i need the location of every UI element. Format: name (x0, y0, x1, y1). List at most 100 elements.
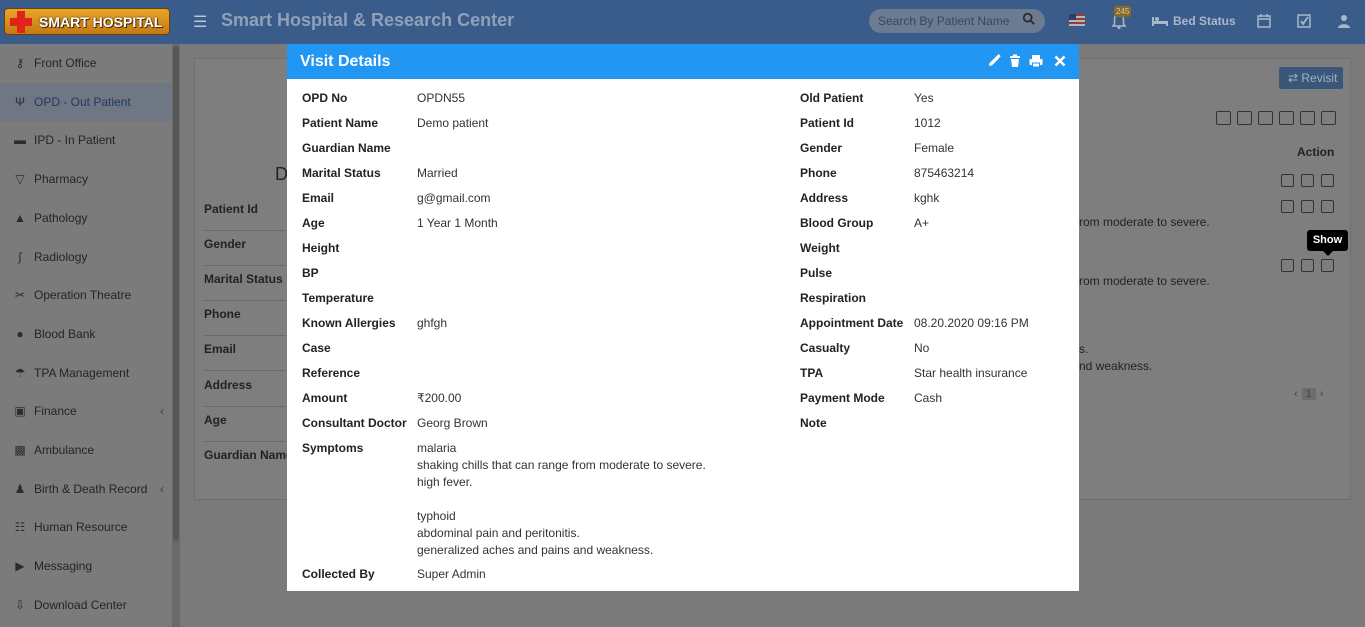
us-flag-icon[interactable] (1069, 14, 1085, 26)
divider (204, 230, 286, 231)
divider (204, 370, 286, 371)
file-icon[interactable] (1301, 259, 1314, 272)
user-icon[interactable] (1336, 13, 1352, 29)
edit-icon[interactable] (986, 53, 1002, 69)
symptom-text: s. (1079, 342, 1089, 356)
menu-icon[interactable] (1321, 200, 1334, 213)
row-actions (1281, 174, 1334, 187)
sidebar-item-birth-death-record[interactable]: ♟ Birth & Death Record ‹ (0, 470, 172, 508)
file-icon[interactable] (1281, 200, 1294, 213)
menu-icon[interactable] (1321, 174, 1334, 187)
revisit-button[interactable]: ⇄ Revisit (1279, 67, 1343, 89)
field-label: TPA (800, 366, 824, 380)
field-label: Weight (800, 241, 840, 255)
copy-icon[interactable] (1216, 111, 1231, 125)
ambulance-icon: ▩ (14, 443, 26, 457)
sidebar-item-blood-bank[interactable]: ● Blood Bank (0, 315, 172, 353)
download-icon: ⇩ (14, 597, 26, 612)
prev-page-button[interactable]: ‹ (1294, 388, 1298, 400)
bed-status-label: Bed Status (1173, 14, 1236, 28)
background-label: Marital Status (204, 272, 283, 286)
bed-icon (1152, 17, 1168, 26)
scrollbar-thumb[interactable] (173, 46, 179, 541)
modal-header: Visit Details (287, 44, 1079, 79)
chevron-left-icon: ‹ (160, 404, 164, 419)
front-office-icon: ⚷ (15, 56, 25, 70)
symptom-line: high fever. (417, 475, 473, 489)
notification-badge: 245 (1114, 6, 1132, 17)
sidebar-item-pharmacy[interactable]: ▽ Pharmacy (0, 160, 172, 198)
field-value: Georg Brown (417, 416, 488, 430)
print-icon[interactable] (1300, 111, 1315, 125)
sidebar-item-ipd-in-patient[interactable]: ▬ IPD - In Patient (0, 121, 172, 159)
sidebar-item-label: Birth & Death Record (34, 481, 148, 496)
sidebar-item-label: OPD - Out Patient (34, 94, 131, 109)
search-icon[interactable] (1022, 12, 1036, 26)
excel-icon[interactable] (1237, 111, 1252, 125)
sidebar-item-label: Pharmacy (34, 172, 89, 187)
microscope-icon: ∫ (18, 249, 22, 264)
prescription-icon[interactable] (1281, 174, 1294, 187)
background-label: Address (204, 378, 253, 392)
field-label: Reference (302, 366, 361, 380)
hamburger-menu-icon[interactable]: ☰ (193, 12, 207, 32)
file-icon[interactable] (1301, 174, 1314, 187)
close-icon[interactable] (1052, 53, 1068, 69)
field-value: g@gmail.com (417, 191, 491, 205)
field-label: Address (800, 191, 849, 205)
field-label: Patient Id (800, 116, 855, 130)
field-label: OPD No (302, 91, 348, 105)
field-label: Blood Group (800, 216, 874, 230)
symptoms-label: Symptoms (302, 441, 364, 455)
chevron-left-icon: ‹ (160, 481, 164, 496)
field-label: Old Patient (800, 91, 864, 105)
field-value: 1012 (914, 116, 941, 130)
task-check-icon[interactable] (1296, 13, 1312, 29)
family-icon: ♟ (14, 481, 26, 496)
sidebar-item-label: Pathology (34, 210, 88, 225)
calendar-icon[interactable] (1256, 13, 1272, 29)
sidebar-item-radiology[interactable]: ∫ Radiology (0, 238, 172, 276)
sidebar-item-opd-out-patient[interactable]: Ψ OPD - Out Patient (0, 82, 172, 121)
sidebar-scrollbar[interactable] (172, 44, 180, 627)
bullhorn-icon: ▶ (15, 559, 25, 574)
patient-search-input[interactable]: Search By Patient Name (869, 9, 1045, 33)
symptom-text: nd weakness. (1079, 359, 1153, 373)
background-label: Email (204, 342, 237, 356)
file-icon[interactable] (1281, 259, 1294, 272)
sidebar-item-pathology[interactable]: ▲ Pathology (0, 199, 172, 237)
page-number[interactable]: 1 (1301, 388, 1316, 400)
file-icon[interactable] (1301, 200, 1314, 213)
field-value: Yes (914, 91, 934, 105)
sidebar-item-download-center[interactable]: ⇩ Download Center (0, 586, 172, 624)
sidebar-item-operation-theatre[interactable]: ✂ Operation Theatre (0, 276, 172, 314)
symptoms-value: malaria shaking chills that can range fro… (417, 440, 706, 559)
delete-icon[interactable] (1007, 53, 1023, 69)
field-label: Temperature (302, 291, 374, 305)
hospital-logo[interactable]: SMART HOSPITAL (4, 8, 170, 35)
sidebar-item-label: Download Center (34, 597, 127, 612)
field-label: Appointment Date (800, 316, 904, 330)
sidebar-item-tpa-management[interactable]: ☂ TPA Management (0, 354, 172, 392)
modal-title: Visit Details (300, 53, 391, 70)
print-icon[interactable] (1028, 53, 1044, 69)
divider (204, 335, 286, 336)
background-label: Phone (204, 307, 241, 321)
sidebar-item-finance[interactable]: ▣ Finance ‹ (0, 392, 172, 430)
sidebar-item-human-resource[interactable]: ☷ Human Resource (0, 508, 172, 546)
next-page-button[interactable]: › (1320, 388, 1324, 400)
symptom-line: shaking chills that can range from moder… (417, 458, 706, 472)
sitemap-icon: ☷ (14, 520, 26, 535)
sidebar-item-ambulance[interactable]: ▩ Ambulance (0, 431, 172, 469)
bed-status-link[interactable]: Bed Status (1151, 14, 1236, 28)
columns-icon[interactable] (1321, 111, 1336, 125)
sidebar-item-front-office[interactable]: ⚷ Front Office (0, 44, 172, 82)
sidebar-item-label: Ambulance (34, 443, 95, 457)
field-value: Demo patient (417, 116, 489, 130)
stethoscope-icon: Ψ (14, 94, 26, 109)
field-value: OPDN55 (417, 91, 466, 105)
csv-icon[interactable] (1258, 111, 1273, 125)
field-label: Amount (302, 391, 348, 405)
pdf-icon[interactable] (1279, 111, 1294, 125)
sidebar-item-messaging[interactable]: ▶ Messaging (0, 547, 172, 585)
